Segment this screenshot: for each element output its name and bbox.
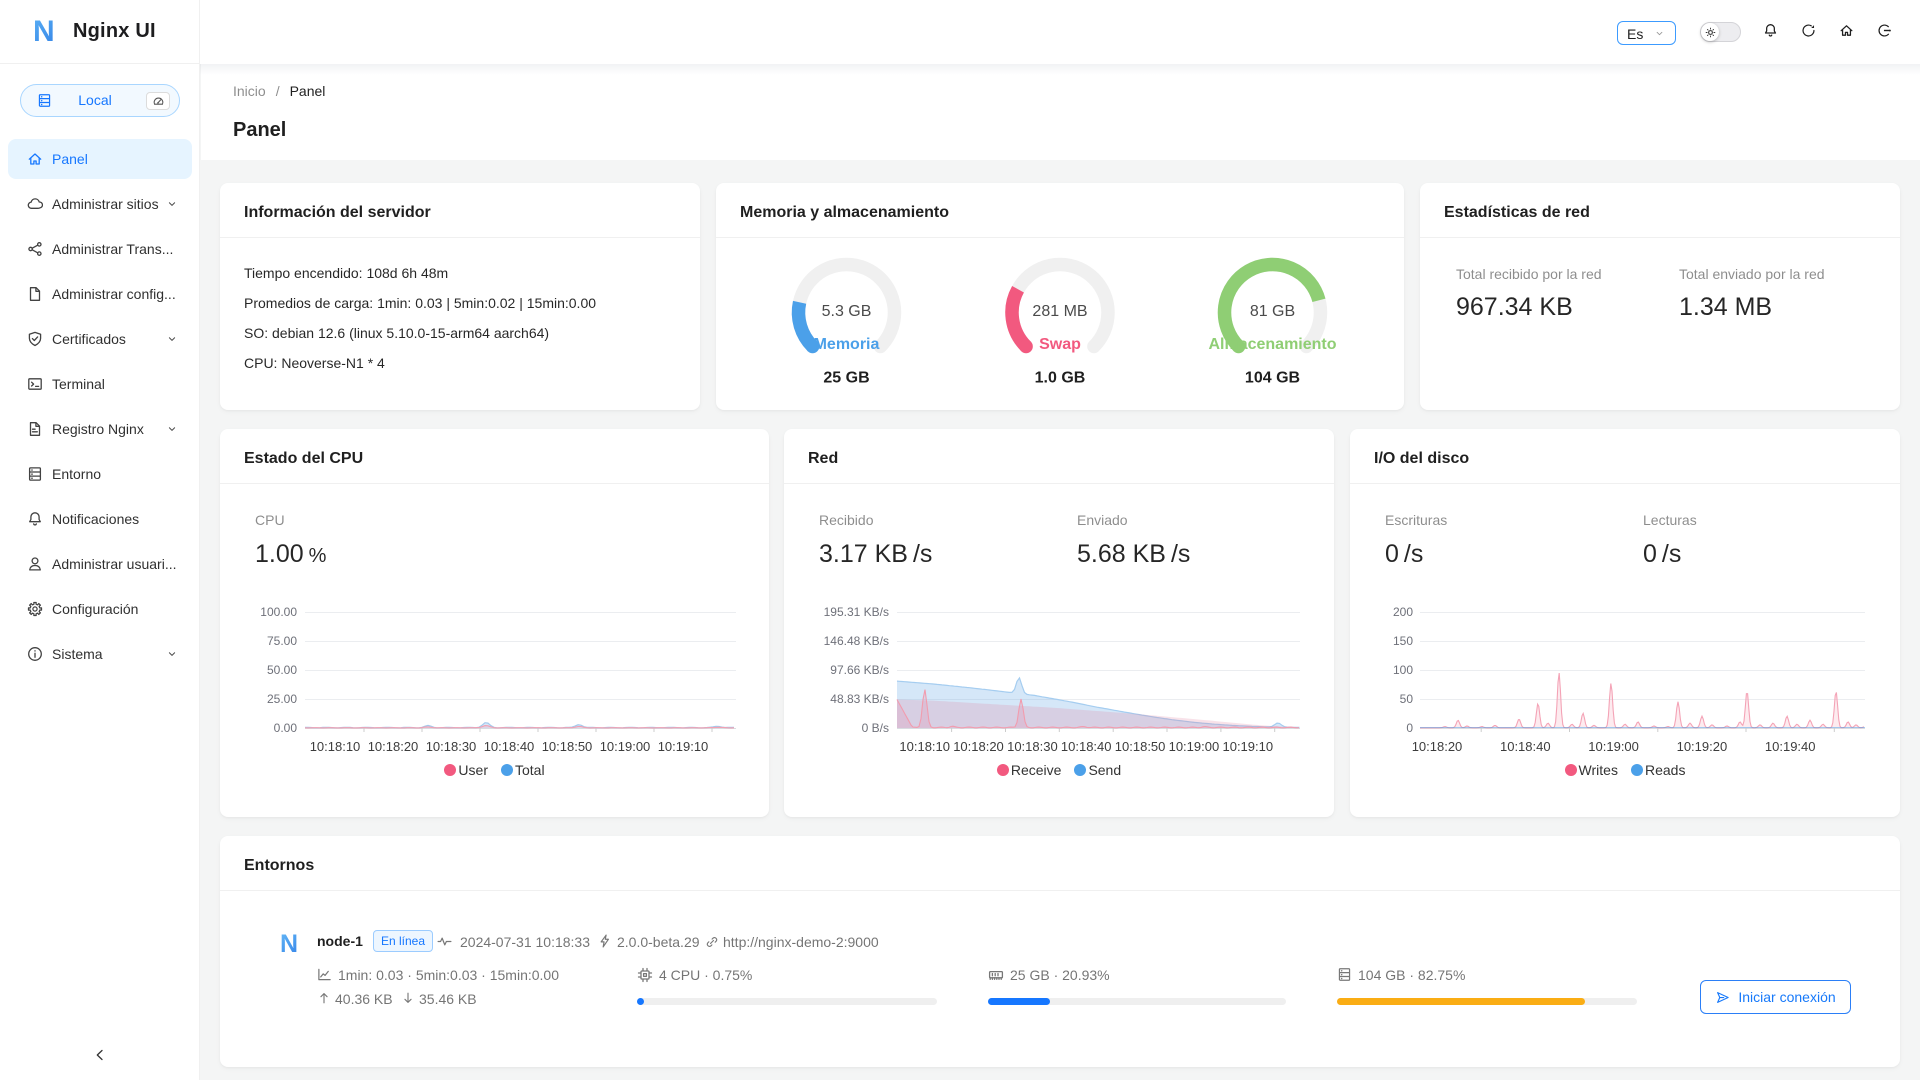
svg-text:10:18:20: 10:18:20: [368, 739, 419, 754]
svg-text:Swap: Swap: [1039, 336, 1081, 353]
svg-text:0: 0: [1406, 721, 1413, 735]
svg-text:25.00: 25.00: [267, 692, 297, 706]
svg-text:50: 50: [1400, 692, 1414, 706]
svg-text:10:19:10: 10:19:10: [658, 739, 709, 754]
svg-text:10:18:20: 10:18:20: [1412, 739, 1463, 754]
svg-text:10:19:00: 10:19:00: [1169, 739, 1220, 754]
svg-text:281 MB: 281 MB: [1032, 303, 1087, 320]
svg-text:10:19:20: 10:19:20: [1677, 739, 1728, 754]
svg-text:0 B/s: 0 B/s: [862, 721, 889, 735]
svg-text:10:18:10: 10:18:10: [310, 739, 361, 754]
svg-text:10:19:10: 10:19:10: [1222, 739, 1273, 754]
svg-text:10:18:20: 10:18:20: [953, 739, 1004, 754]
svg-text:10:18:40: 10:18:40: [1500, 739, 1551, 754]
svg-text:1.0 GB: 1.0 GB: [1035, 370, 1086, 387]
svg-text:200: 200: [1393, 605, 1413, 619]
svg-text:10:18:40: 10:18:40: [484, 739, 535, 754]
svg-text:Memoria: Memoria: [814, 336, 880, 353]
svg-text:48.83 KB/s: 48.83 KB/s: [830, 692, 889, 706]
svg-text:10:19:00: 10:19:00: [1588, 739, 1639, 754]
svg-text:10:18:30: 10:18:30: [426, 739, 477, 754]
svg-text:10:18:50: 10:18:50: [1115, 739, 1166, 754]
svg-text:75.00: 75.00: [267, 634, 297, 648]
svg-text:25 GB: 25 GB: [823, 370, 869, 387]
svg-text:10:18:10: 10:18:10: [899, 739, 950, 754]
svg-text:146.48 KB/s: 146.48 KB/s: [824, 634, 889, 648]
svg-text:10:18:30: 10:18:30: [1007, 739, 1058, 754]
svg-text:100: 100: [1393, 663, 1413, 677]
svg-text:50.00: 50.00: [267, 663, 297, 677]
svg-text:10:19:40: 10:19:40: [1765, 739, 1816, 754]
svg-text:10:18:40: 10:18:40: [1061, 739, 1112, 754]
svg-text:81 GB: 81 GB: [1250, 303, 1295, 320]
svg-text:104 GB: 104 GB: [1245, 370, 1300, 387]
svg-text:150: 150: [1393, 634, 1413, 648]
svg-text:97.66 KB/s: 97.66 KB/s: [830, 663, 889, 677]
svg-text:Almacenamiento: Almacenamiento: [1208, 336, 1336, 353]
svg-text:10:18:50: 10:18:50: [542, 739, 593, 754]
svg-text:10:19:00: 10:19:00: [600, 739, 651, 754]
svg-text:100.00: 100.00: [260, 605, 297, 619]
svg-text:5.3 GB: 5.3 GB: [822, 303, 872, 320]
svg-text:195.31 KB/s: 195.31 KB/s: [824, 605, 889, 619]
svg-text:0.00: 0.00: [274, 721, 298, 735]
